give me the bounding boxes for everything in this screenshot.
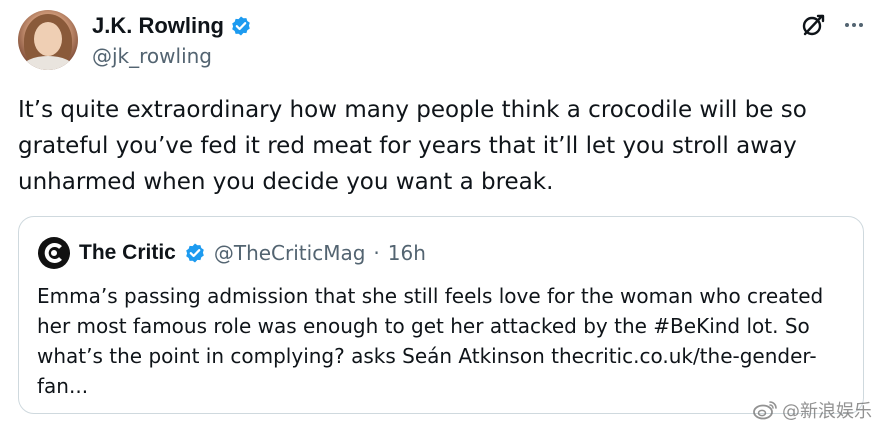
weibo-logo-icon [752,399,778,421]
quoted-tweet-text: Emma’s passing admission that she still … [37,284,824,398]
the-critic-logo-icon[interactable] [37,236,71,270]
tweet-card: J.K. Rowling @jk_rowling It’s quite extr… [0,0,882,429]
quoted-author-name[interactable]: The Critic [79,241,176,265]
verified-badge-icon [184,242,206,264]
tweet-text: It’s quite extraordinary how many people… [18,97,807,195]
watermark-text: @新浪娱乐 [782,401,872,422]
grok-icon[interactable] [800,12,826,38]
avatar[interactable] [18,10,78,70]
author-display-name[interactable]: J.K. Rowling [92,13,224,39]
author-handle[interactable]: @jk_rowling [92,44,212,68]
tweet-header: J.K. Rowling @jk_rowling [18,8,872,72]
quoted-tweet-timestamp[interactable]: 16h [388,241,426,265]
verified-badge-icon [230,15,252,37]
quoted-tweet-header: The Critic @TheCriticMag · 16h [37,235,426,271]
header-actions [800,12,866,38]
author-name-row: J.K. Rowling [92,12,252,40]
more-options-icon[interactable] [842,13,866,37]
quoted-author-handle[interactable]: @TheCriticMag [214,241,366,265]
separator-dot: · [373,241,380,265]
quoted-tweet[interactable]: The Critic @TheCriticMag · 16h Emma’s pa… [18,216,864,414]
weibo-watermark: @新浪娱乐 [752,397,872,423]
